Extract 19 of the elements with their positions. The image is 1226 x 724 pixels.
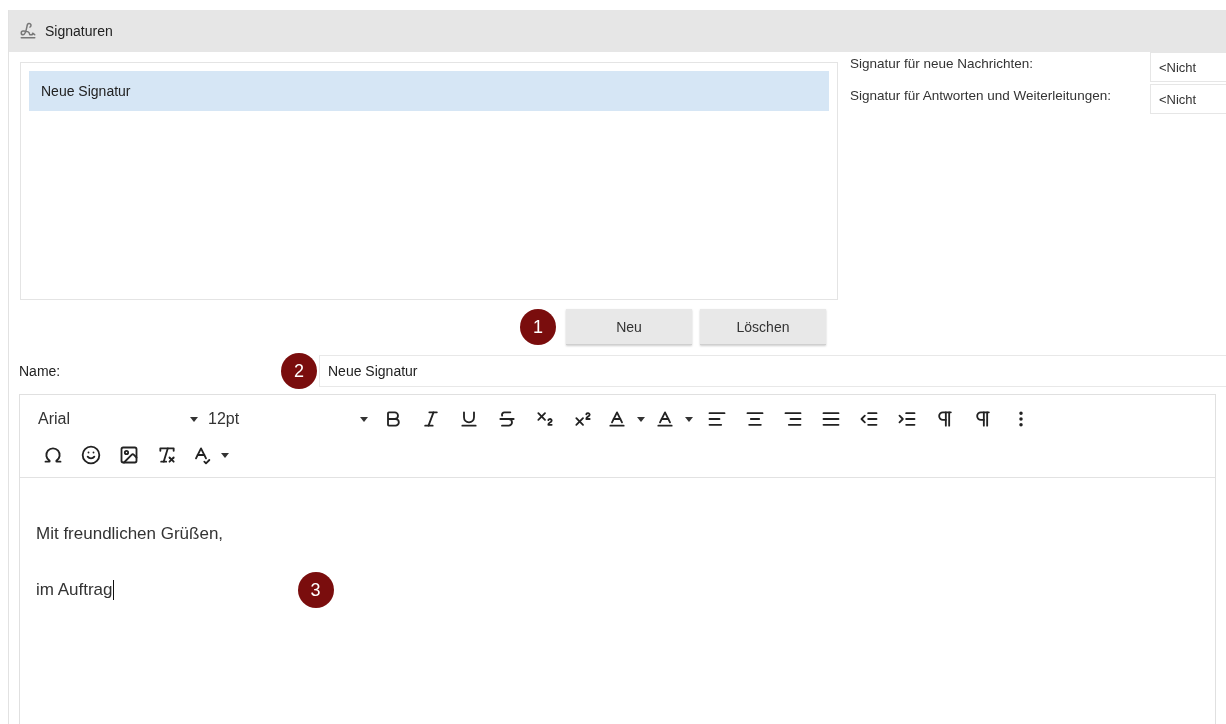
signature-icon: [19, 22, 37, 40]
field-label: Signatur für Antworten und Weiterleitungen:: [850, 88, 1112, 104]
editor-body[interactable]: Mit freundlichen Grüßen, im Auftrag 3: [20, 478, 1215, 724]
font-family-dropdown[interactable]: Arial: [34, 410, 204, 428]
name-input[interactable]: Neue Signatur: [319, 355, 1226, 387]
editor-text-line: im Auftrag: [36, 580, 113, 600]
name-label: Name:: [19, 363, 62, 379]
field-label: Signatur für neue Nachrichten:: [850, 56, 1035, 72]
signature-select[interactable]: <Nicht: [1150, 84, 1226, 114]
signature-list-item[interactable]: Neue Signatur: [29, 71, 829, 111]
panel-title: Signaturen: [45, 23, 113, 39]
delete-button[interactable]: Löschen: [700, 309, 826, 345]
step-badge: 3: [297, 572, 334, 608]
new-button[interactable]: Neu: [566, 309, 692, 345]
font-size-dropdown[interactable]: 12pt: [204, 410, 374, 428]
step-badge: 1: [520, 309, 556, 345]
step-badge: 2: [281, 353, 317, 389]
signature-select[interactable]: <Nicht: [1150, 52, 1226, 82]
editor-text-line: Mit freundlichen Grüßen,: [36, 524, 224, 544]
